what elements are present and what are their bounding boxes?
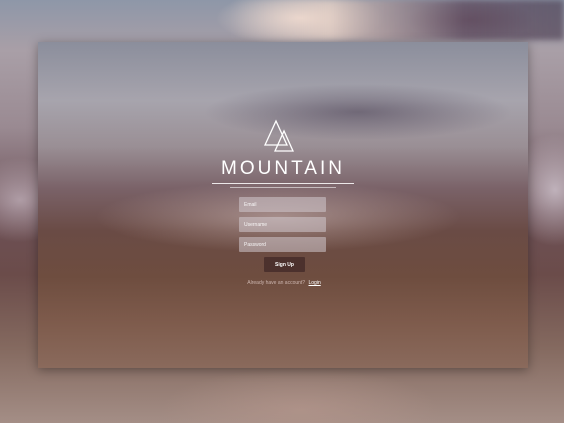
login-prompt: Already have an account? Login [236,280,332,286]
brand-title: MOUNTAIN [221,158,345,179]
sign-up-button[interactable]: Sign Up [264,257,305,272]
background-scene: MOUNTAIN Sign Up Already have an account… [0,0,564,423]
background-clouds [230,0,564,40]
username-field[interactable] [239,217,326,232]
login-prompt-text: Already have an account? [247,280,306,286]
brand-divider-short [230,187,336,188]
password-field[interactable] [239,237,326,252]
email-field[interactable] [239,197,326,212]
login-link[interactable]: Login [308,280,320,286]
brand-divider [212,183,354,184]
double-triangle-icon [263,119,295,152]
